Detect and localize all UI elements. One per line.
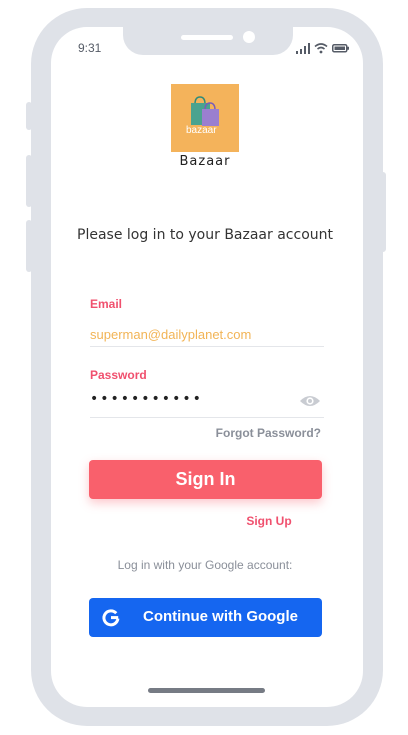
front-camera	[243, 31, 255, 43]
eye-icon[interactable]	[299, 394, 321, 408]
email-field[interactable]	[90, 322, 324, 347]
shopping-bags-icon	[191, 96, 219, 126]
status-time: 9:31	[78, 41, 102, 55]
password-label: Password	[90, 368, 147, 382]
device-stage: 9:31 bazaar Bazaar Please log in to your…	[0, 0, 408, 735]
app-name: Bazaar	[179, 154, 231, 169]
forgot-password-link[interactable]: Forgot Password?	[190, 426, 321, 440]
google-button-label: Continue with Google	[143, 608, 298, 625]
password-field[interactable]: •••••••••••	[90, 391, 324, 418]
logo-wordmark: bazaar	[186, 125, 217, 136]
wifi-icon	[314, 43, 328, 54]
login-prompt: Please log in to your Bazaar account	[77, 227, 333, 243]
sign-in-button[interactable]: Sign In	[89, 460, 322, 499]
google-prompt: Log in with your Google account:	[117, 558, 293, 572]
home-indicator	[148, 688, 265, 693]
email-label: Email	[90, 297, 123, 311]
battery-icon	[332, 44, 349, 53]
signal-icon	[296, 43, 310, 54]
sign-up-link[interactable]: Sign Up	[238, 514, 300, 528]
google-g-icon	[102, 609, 120, 627]
continue-with-google-button[interactable]: Continue with Google	[89, 598, 322, 637]
speaker-grille	[181, 35, 233, 40]
app-logo	[171, 84, 239, 152]
